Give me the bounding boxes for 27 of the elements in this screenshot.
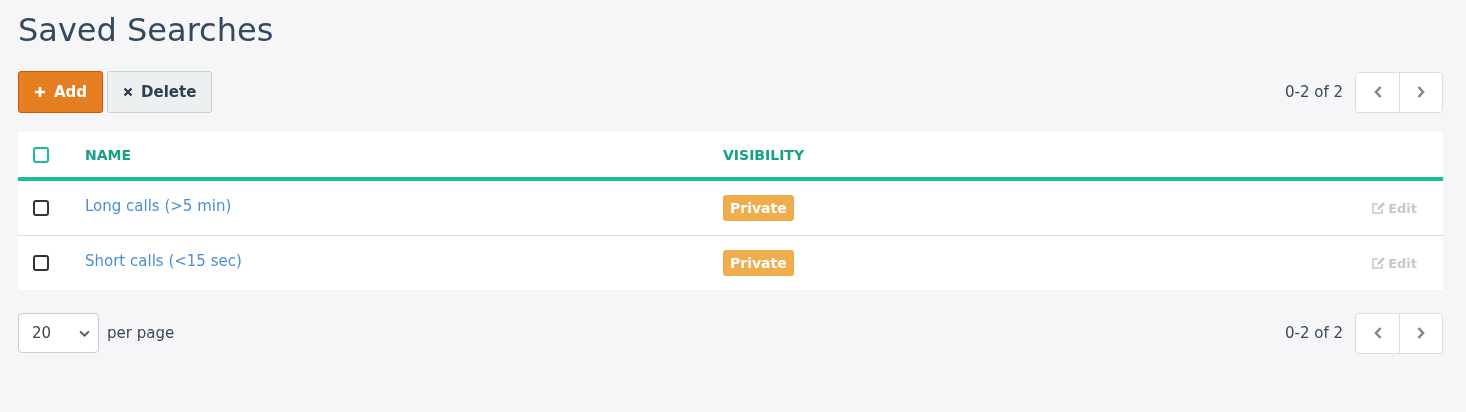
- page-range: 0-2 of 2: [1284, 83, 1343, 101]
- toolbar-button[interactable]: Delete: [107, 71, 213, 113]
- search-name-link[interactable]: Short calls (<15 sec): [85, 252, 242, 270]
- chevron-left-icon: [1372, 85, 1383, 99]
- next-page-button[interactable]: [1399, 72, 1442, 112]
- toolbar-button[interactable]: Add: [18, 71, 104, 113]
- search-name-link[interactable]: Long calls (>5 min): [85, 197, 232, 215]
- per-page-label: per page: [107, 324, 175, 342]
- chevron-right-icon: [1416, 326, 1426, 340]
- per-page-select[interactable]: 20: [18, 313, 99, 353]
- column-header: NAME: [85, 147, 132, 163]
- visibility-badge: Private: [723, 195, 794, 221]
- edit-icon: [1371, 256, 1386, 270]
- edit-icon: [1371, 201, 1386, 215]
- next-page-button[interactable]: [1399, 313, 1442, 353]
- page-title: Saved Searches: [18, 10, 275, 51]
- page-range: 0-2 of 2: [1284, 324, 1343, 342]
- chevron-right-icon: [1416, 85, 1426, 99]
- select-all-checkbox[interactable]: [33, 146, 49, 163]
- row-checkbox[interactable]: [33, 255, 49, 271]
- plus-icon: [34, 86, 46, 98]
- close-icon: [123, 87, 134, 97]
- row-checkbox[interactable]: [33, 200, 49, 216]
- column-header: VISIBILITY: [723, 147, 805, 163]
- visibility-badge: Private: [723, 250, 794, 276]
- chevron-down-icon: [79, 329, 90, 337]
- chevron-left-icon: [1372, 326, 1383, 340]
